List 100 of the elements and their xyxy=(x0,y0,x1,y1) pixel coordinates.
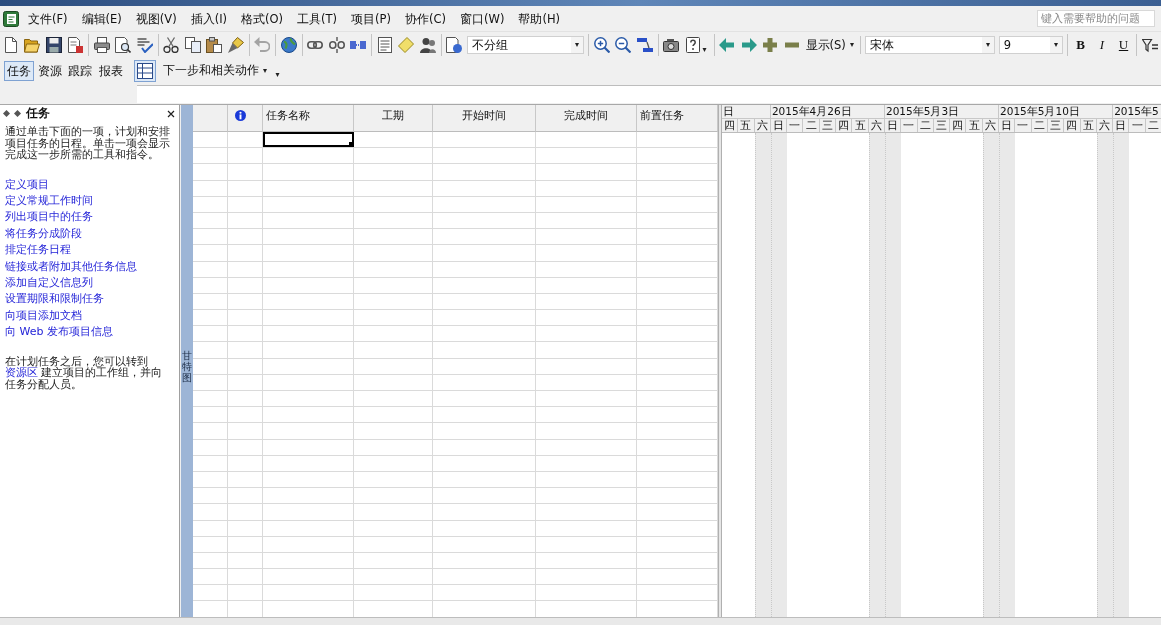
view-bar-label[interactable]: 甘特图 xyxy=(182,349,192,383)
day-label: 五 xyxy=(1080,118,1097,132)
menu-item[interactable]: 协作(C) xyxy=(398,9,454,28)
scissors-button[interactable] xyxy=(160,34,182,56)
day-label: 六 xyxy=(754,118,771,132)
task-link[interactable]: 添加自定义信息列 xyxy=(0,274,179,292)
help-search-field[interactable]: 键入需要帮助的问题 xyxy=(1037,10,1155,27)
page-magnifier-button[interactable] xyxy=(112,34,134,56)
caret-icon xyxy=(574,43,580,47)
broken-chain-button[interactable] xyxy=(326,34,348,56)
clipboard-button[interactable] xyxy=(203,34,225,56)
task-pane-note: 在计划任务之后，您可以转到 资源区 建立项目的工作组，并向任务分配人员。 xyxy=(5,355,164,391)
week-label: 日 xyxy=(722,105,771,118)
day-label: 四 xyxy=(950,118,967,132)
menu-item[interactable]: 插入(I) xyxy=(183,9,235,28)
task-link[interactable]: 定义常规工作时间 xyxy=(0,192,179,210)
menu-item[interactable]: 格式(O) xyxy=(234,9,291,28)
column-header[interactable]: 前置任务 xyxy=(637,105,718,132)
guide-tab[interactable]: 任务 xyxy=(4,60,34,81)
column-header[interactable]: 工期 xyxy=(354,105,433,132)
font-size-dropdown[interactable]: 9 xyxy=(998,36,1063,54)
column-header[interactable]: 完成时间 xyxy=(536,105,637,132)
task-link[interactable]: 排定任务日程 xyxy=(0,242,179,259)
day-label: 三 xyxy=(819,118,837,132)
copy-button[interactable] xyxy=(182,34,204,56)
day-label: 二 xyxy=(917,118,934,132)
plus-icon xyxy=(762,37,779,53)
day-label: 一 xyxy=(901,118,918,132)
paintbrush-button[interactable] xyxy=(225,34,247,56)
clipboard-icon xyxy=(206,37,223,53)
globe-icon xyxy=(280,37,297,53)
day-label: 四 xyxy=(836,118,853,132)
italic-button[interactable]: I xyxy=(1091,34,1113,56)
day-label: 三 xyxy=(1047,118,1065,132)
globe-button[interactable] xyxy=(278,34,300,56)
table-icon xyxy=(136,62,153,79)
next-steps-menu-button[interactable]: 下一步和相关动作 xyxy=(159,60,271,81)
day-label: 日 xyxy=(1113,118,1130,132)
printer-button[interactable] xyxy=(91,34,113,56)
grouping-dropdown[interactable]: 不分组 xyxy=(467,36,584,54)
menu-item[interactable]: 帮助(H) xyxy=(511,9,567,28)
task-link[interactable]: 链接或者附加其他任务信息 xyxy=(0,258,179,275)
table-row[interactable] xyxy=(193,132,718,149)
guide-tab[interactable]: 报表 xyxy=(95,60,126,81)
task-link[interactable]: 定义项目 xyxy=(0,176,179,193)
zoom-in-button[interactable] xyxy=(591,34,613,56)
bold-button[interactable]: B xyxy=(1069,34,1092,56)
task-link[interactable]: 将任务分成阶段 xyxy=(0,225,179,243)
zoom-in-icon xyxy=(593,37,610,53)
menu-item[interactable]: 窗口(W) xyxy=(453,9,512,28)
close-button[interactable] xyxy=(167,109,175,118)
task-link[interactable]: 设置期限和限制任务 xyxy=(0,291,179,308)
zoom-out-button[interactable] xyxy=(612,34,634,56)
task-link[interactable]: 列出项目中的任务 xyxy=(0,209,179,226)
active-cell[interactable] xyxy=(263,132,354,148)
floppy-disk-button[interactable] xyxy=(43,34,65,56)
back-button[interactable] xyxy=(1,110,12,117)
menu-item[interactable]: 文件(F) xyxy=(21,9,75,28)
page-badge-button[interactable] xyxy=(443,34,465,56)
horizontal-scrollbar[interactable] xyxy=(0,617,1161,625)
undo-icon xyxy=(254,37,271,53)
day-label: 二 xyxy=(1145,118,1161,132)
gantt-bars-icon xyxy=(636,37,653,53)
menu-item[interactable]: 工具(T) xyxy=(290,9,345,28)
day-label: 六 xyxy=(1096,118,1114,132)
day-label: 五 xyxy=(738,118,755,132)
day-label: 五 xyxy=(852,118,869,132)
week-label: 2015年5月3日 xyxy=(885,105,1000,118)
task-link[interactable]: 向 Web 发布项目信息 xyxy=(0,324,179,341)
page-magnifier-icon xyxy=(115,37,132,53)
printer-icon xyxy=(93,37,110,53)
day-label: 日 xyxy=(999,118,1016,132)
show-menu-button[interactable]: 显示(S) xyxy=(802,35,858,55)
caret-icon xyxy=(848,43,855,47)
column-header[interactable]: 开始时间 xyxy=(433,105,536,132)
day-label: 四 xyxy=(1064,118,1081,132)
copy-icon xyxy=(184,37,201,53)
menu-item[interactable]: 项目(P) xyxy=(344,9,398,28)
entry-field[interactable] xyxy=(137,85,1161,103)
underline-button[interactable]: U xyxy=(1112,34,1135,56)
document-icon xyxy=(67,37,84,53)
guide-tab[interactable]: 资源 xyxy=(34,60,65,81)
forward-button[interactable] xyxy=(12,110,23,117)
guide-tab[interactable]: 跟踪 xyxy=(65,60,95,81)
task-link[interactable]: 向项目添加文档 xyxy=(0,307,179,325)
day-label: 五 xyxy=(966,118,983,132)
column-header[interactable]: 任务名称 xyxy=(263,105,354,132)
day-label: 三 xyxy=(933,118,951,132)
font-dropdown[interactable]: 宋体 xyxy=(864,36,995,54)
column-header[interactable] xyxy=(228,105,263,132)
task-pane-intro: 通过单击下面的一项，计划和安排项目任务的日程。单击一项会显示完成这一步所需的工具和指令。 xyxy=(5,126,171,161)
new-document-icon xyxy=(2,37,19,53)
menu-item[interactable]: 编辑(E) xyxy=(74,9,129,28)
menu-item[interactable]: 视图(V) xyxy=(128,9,184,28)
left-arrow-icon xyxy=(719,37,736,53)
day-label: 日 xyxy=(884,118,902,132)
resource-link[interactable]: 资源区 xyxy=(5,366,38,380)
caret-icon xyxy=(984,43,991,47)
project-guide-button[interactable] xyxy=(134,59,156,82)
people-icon xyxy=(419,37,436,53)
